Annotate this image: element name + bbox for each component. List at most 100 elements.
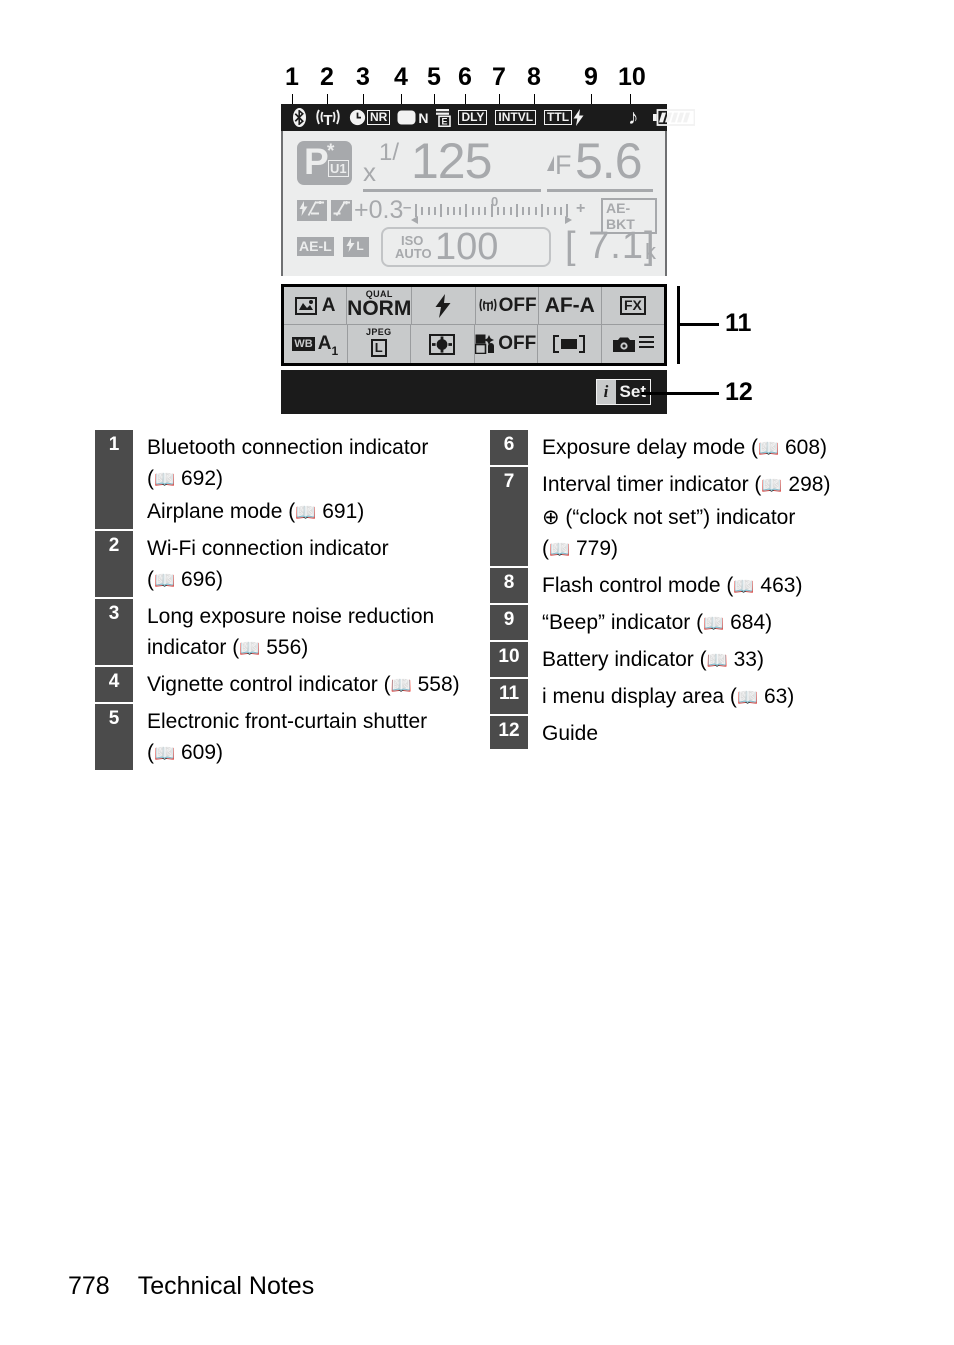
legend-row: 7 Interval timer indicator (📖 298) ⊕ (“clo…	[490, 467, 865, 568]
legend-entry: Guide	[542, 722, 599, 745]
book-icon: 📖	[757, 439, 780, 459]
image-area-cell[interactable]: FX	[601, 287, 665, 325]
legend-text: Electronic front-curtain shutter (📖 609)	[133, 704, 470, 772]
wifi-connection-icon: T	[313, 107, 343, 129]
exposure-compensation-row: +0.3 0 – + AE-BKT	[297, 195, 657, 234]
book-icon: 📖	[733, 577, 755, 597]
iso-row: AE-L L ISO AUTO 100 [ 7.1] k	[297, 225, 657, 269]
legend-row: 2 Wi-Fi connection indicator (📖 696)	[95, 531, 470, 599]
flash-bolt-glyph	[573, 109, 584, 126]
nr-label: NR	[367, 110, 391, 125]
user-setting-badge: U1	[328, 160, 349, 177]
callout-number-4: 4	[394, 63, 408, 91]
adl-icon	[475, 334, 495, 354]
vignette-control-icon: N	[397, 110, 428, 126]
shutter-speed-value: 125	[411, 133, 492, 189]
legend-row: 11 i menu display area (📖 63)	[490, 679, 865, 716]
legend-row: 6 Exposure delay mode (📖 608)	[490, 430, 865, 467]
callout-number-row: 1 2 3 4 5 6 7 8 9 10	[275, 62, 675, 122]
scale-tick	[471, 207, 474, 215]
menu-lines-icon	[638, 335, 654, 354]
shutter-fraction: 1/	[379, 139, 400, 166]
scale-tick	[559, 207, 562, 215]
legend-number: 3	[95, 599, 133, 667]
callout-number-3: 3	[356, 63, 370, 91]
book-icon: 📖	[154, 744, 176, 764]
callout-number-9: 9	[584, 63, 598, 91]
exp-comp-icon	[331, 200, 352, 221]
aperture-f-label: F	[555, 150, 572, 180]
image-size-cell[interactable]: JPEG L	[348, 325, 411, 363]
legend-text: Long exposure noise reduction indicator …	[133, 599, 470, 667]
camera-menu-icon	[612, 337, 635, 352]
active-d-lighting-value: OFF	[498, 333, 537, 354]
image-quality-label: QUAL	[365, 289, 393, 299]
af-area-mode-cell[interactable]	[538, 325, 602, 363]
legend-entry: Wi-Fi connection indicator (📖 696)	[147, 537, 389, 591]
svg-text:E: E	[442, 117, 448, 127]
scale-tick	[452, 207, 455, 215]
scale-tick	[440, 204, 443, 217]
book-icon: 📖	[761, 476, 783, 496]
aperture-value: 5.6	[575, 133, 643, 189]
efcs-glyph: E	[436, 109, 452, 127]
legend-entry: Battery indicator (📖 33)	[542, 648, 764, 671]
legend-entry: Bluetooth connection indicator (📖 692)	[147, 436, 429, 490]
wifi-glyph: T	[316, 109, 340, 129]
legend-column-left: 1 Bluetooth connection indicator (📖 692) A…	[95, 430, 470, 772]
callout-number-2: 2	[320, 63, 334, 91]
white-balance-sub: 1	[331, 344, 339, 358]
exposure-mode-badge: P * U1	[297, 141, 352, 185]
scale-minus-label: –	[403, 199, 412, 216]
legend-row: 5 Electronic front-curtain shutter (📖 609…	[95, 704, 470, 772]
scale-tick	[541, 204, 543, 217]
camera-control-panel-display: T NR N E DLY INTVL TTL ♪ P * U1 x 1/ 125…	[281, 104, 753, 414]
legend-text: “Beep” indicator (📖 684)	[528, 605, 772, 642]
scale-tick	[515, 204, 518, 217]
scale-tick	[553, 207, 556, 215]
scale-left-arrow-icon	[411, 216, 418, 224]
wireless-cell[interactable]: T OFF	[475, 287, 539, 325]
scale-tick	[547, 207, 550, 215]
legend-number: 11	[490, 679, 528, 716]
picture-control-cell[interactable]: A	[284, 287, 348, 325]
image-area-value: FX	[620, 296, 646, 315]
flash-comp-glyph	[299, 201, 324, 216]
exposure-indicator-scale: 0 – +	[403, 195, 585, 224]
focus-mode-cell[interactable]: AF-A	[538, 287, 602, 325]
active-d-lighting-cell[interactable]: OFF	[475, 325, 538, 363]
custom-controls-cell[interactable]	[602, 325, 665, 363]
callout-11-label: 11	[725, 309, 752, 337]
callout-12-leader	[641, 392, 719, 395]
efcs-icon: E	[435, 108, 452, 127]
legend-entry: ⊕ (“clock not set”) indicator (📖 779)	[542, 506, 796, 560]
callout-number-11: 11	[725, 309, 751, 338]
svg-text:L: L	[356, 239, 363, 252]
frames-value: 7.1	[588, 225, 644, 267]
iso-value: 100	[435, 226, 499, 268]
aperture-underline	[547, 189, 653, 192]
scale-tick	[528, 207, 531, 215]
i-menu-display-area[interactable]: A QUAL NORM T OFF AF-A FX WB A 1 JPEG L …	[281, 284, 667, 366]
legend-text: i menu display area (📖 63)	[528, 679, 794, 716]
metering-cell[interactable]	[411, 325, 475, 363]
legend-number: 2	[95, 531, 133, 599]
white-balance-cell[interactable]: WB A 1	[284, 325, 348, 363]
ttl-label: TTL	[544, 110, 573, 125]
bluetooth-icon	[293, 108, 306, 127]
callout-number-1: 1	[285, 63, 299, 91]
focus-mode-value: AF-A	[544, 293, 595, 317]
flash-mode-cell[interactable]	[412, 287, 476, 325]
scale-tick	[490, 204, 493, 217]
legend-entry: Vignette control indicator (📖 558)	[147, 673, 460, 696]
status-icon-strip: T NR N E DLY INTVL TTL ♪	[281, 104, 695, 131]
frames-unit: k	[645, 239, 656, 264]
legend-entry: Interval timer indicator (📖 298)	[542, 473, 831, 496]
picture-control-icon	[294, 296, 317, 315]
legend-entry: “Beep” indicator (📖 684)	[542, 611, 773, 634]
scale-tick	[459, 207, 462, 215]
i-button-icon: i	[596, 380, 616, 404]
image-quality-cell[interactable]: QUAL NORM	[347, 287, 413, 325]
section-title: Technical Notes	[137, 1272, 315, 1300]
legend-row: 1 Bluetooth connection indicator (📖 692) A…	[95, 430, 470, 531]
